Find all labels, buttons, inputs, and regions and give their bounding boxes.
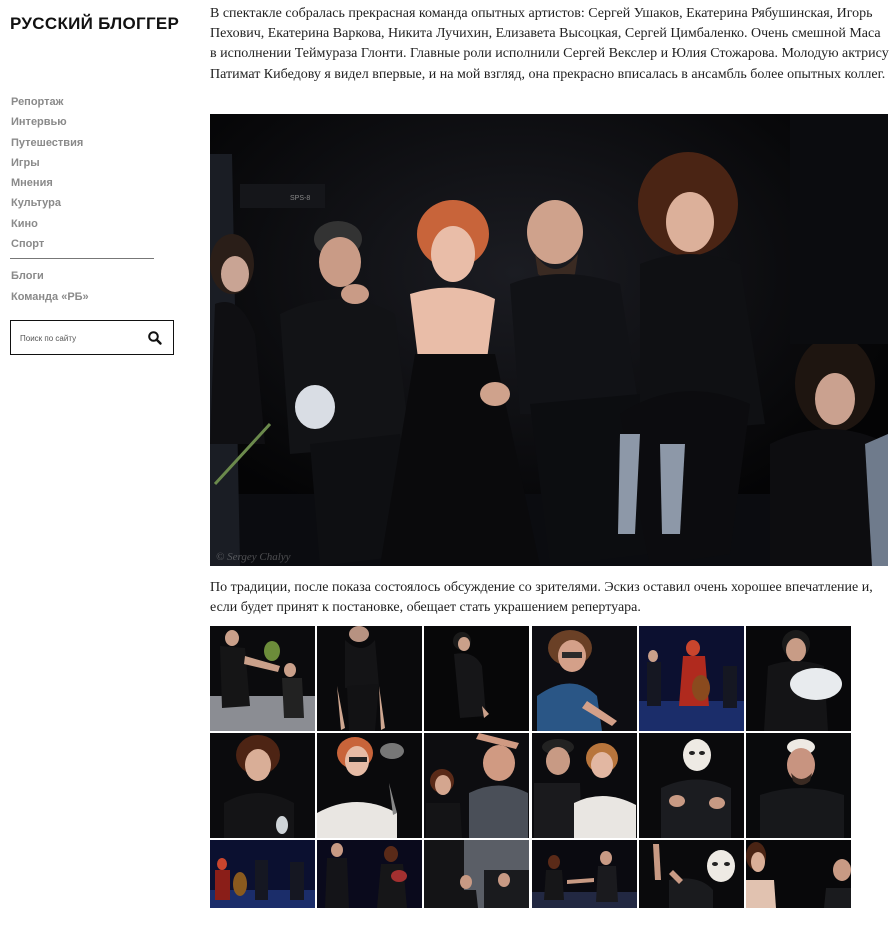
search-box xyxy=(10,320,174,355)
gallery-thumb[interactable] xyxy=(424,733,529,838)
gallery-thumb[interactable] xyxy=(639,733,744,838)
nav-item-team[interactable]: Команда «РБ» xyxy=(11,287,161,308)
secondary-nav: Блоги Команда «РБ» xyxy=(11,266,161,308)
site-logo[interactable]: РУССКИЙ БЛОГГЕР xyxy=(10,14,179,34)
nav-item-interview[interactable]: Интервью xyxy=(11,112,161,132)
nav-item-reportage[interactable]: Репортаж xyxy=(11,92,161,112)
nav-item-sport[interactable]: Спорт xyxy=(11,234,161,254)
gallery-thumb[interactable] xyxy=(317,733,422,838)
nav-item-blogs[interactable]: Блоги xyxy=(11,266,161,287)
nav-item-opinions[interactable]: Мнения xyxy=(11,173,161,193)
gallery-thumb[interactable] xyxy=(317,626,422,731)
gallery-thumb[interactable] xyxy=(210,733,315,838)
main-nav: Репортаж Интервью Путешествия Игры Мнени… xyxy=(11,92,161,254)
gallery-thumb[interactable] xyxy=(639,626,744,731)
gallery-thumb[interactable] xyxy=(639,840,744,908)
article-paragraph-2: По традиции, после показа состоялось обс… xyxy=(210,580,873,616)
gallery-thumb[interactable] xyxy=(424,840,529,908)
gallery-thumb[interactable] xyxy=(746,626,851,731)
gallery-thumb[interactable] xyxy=(532,626,637,731)
gallery-thumb[interactable] xyxy=(424,626,529,731)
search-input[interactable] xyxy=(20,330,140,346)
hero-photo[interactable]: SPS-8 © Sergey Chalyy xyxy=(210,114,888,566)
gallery-thumb[interactable] xyxy=(317,840,422,908)
gallery-thumb[interactable] xyxy=(746,840,851,908)
hero-watermark: © Sergey Chalyy xyxy=(216,551,291,563)
gallery-thumb[interactable] xyxy=(532,733,637,838)
nav-item-culture[interactable]: Культура xyxy=(11,193,161,213)
sidebar: РУССКИЙ БЛОГГЕР Репортаж Интервью Путеше… xyxy=(0,0,190,950)
nav-divider xyxy=(10,258,154,259)
nav-item-travel[interactable]: Путешествия xyxy=(11,133,161,153)
gallery-thumb[interactable] xyxy=(210,840,315,908)
gallery-thumb[interactable] xyxy=(746,733,851,838)
nav-item-cinema[interactable]: Кино xyxy=(11,214,161,234)
equipment-label: SPS-8 xyxy=(290,195,310,202)
search-icon[interactable] xyxy=(147,330,163,346)
article-paragraph-1: В спектакле собралась прекрасная команда… xyxy=(210,6,889,82)
gallery-thumb[interactable] xyxy=(210,626,315,731)
gallery-thumb[interactable] xyxy=(532,840,637,908)
nav-item-games[interactable]: Игры xyxy=(11,153,161,173)
